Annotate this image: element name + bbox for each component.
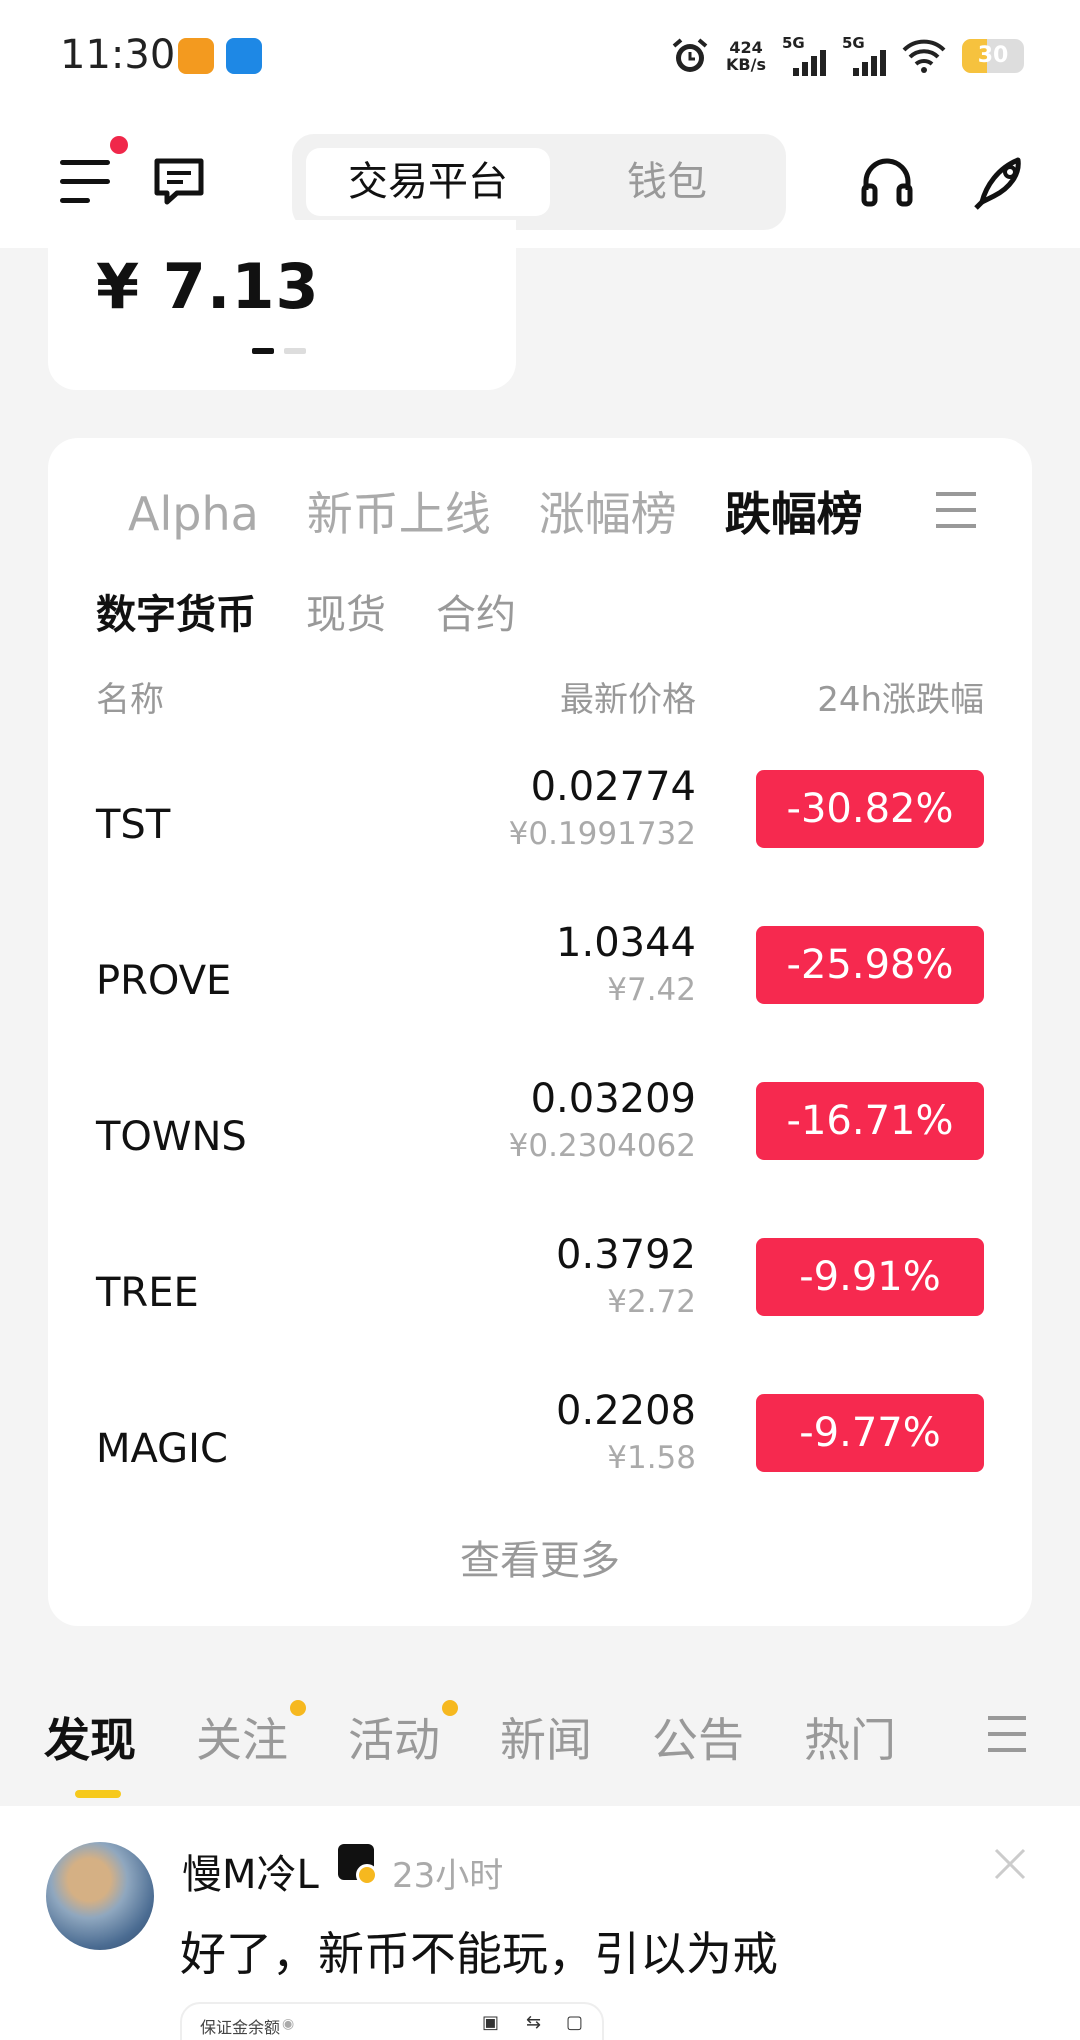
post-embed-preview[interactable]: 保证金余额 ◉ ▣ ⇆ ▢ [180,2002,604,2040]
market-row[interactable]: TST 0.02774 ¥0.1991732 -30.82% [48,764,1032,894]
status-bar: 11:30 424 KB/s 5G 5G 30 [0,0,1080,112]
market-ranking-card: Alpha 新币上线 涨幅榜 跌幅榜 数字货币 现货 合约 名称 最新价格 24… [48,438,1032,1626]
column-header-name: 名称 [96,680,164,720]
feed-tabs: 发现 关注 活动 新闻 公告 热门 [44,1700,1044,1774]
coin-price-cny: ¥7.42 [607,972,696,1008]
verified-badge-icon [356,1864,378,1886]
embed-label: 保证金余额 [200,2018,281,2037]
carousel-indicator [252,348,306,354]
coin-symbol: TOWNS [96,1114,247,1160]
status-time: 11:30 [60,32,176,78]
menu-icon[interactable] [60,160,110,208]
subtab-spot[interactable]: 现货 [306,582,386,640]
feed-tab-discover[interactable]: 发现 [44,1704,136,1770]
post-time: 23小时 [392,1856,504,1896]
feed-tab-hot[interactable]: 热门 [804,1704,896,1770]
tab-gainers[interactable]: 涨幅榜 [539,478,677,544]
change-badge: -9.91% [756,1238,984,1316]
segment-trading[interactable]: 交易平台 [306,148,550,216]
post-username[interactable]: 慢M冷L [182,1842,319,1900]
unread-dot [442,1700,458,1716]
rocket-icon[interactable] [972,152,1032,212]
feed-tab-following-label: 关注 [196,1713,288,1767]
feed-tab-events-label: 活动 [348,1713,440,1767]
signal-icon: 5G [782,34,826,76]
headset-icon[interactable] [860,156,914,210]
coin-price: 0.02774 [530,764,696,810]
battery-icon: 30 [962,39,1024,73]
change-badge: -9.77% [756,1394,984,1472]
coin-price: 0.2208 [556,1388,696,1434]
feed-post[interactable]: 慢M冷L 23小时 好了，新币不能玩，引以为戒 保证金余额 ◉ ▣ ⇆ ▢ [0,1806,1080,2040]
subtab-digital-currency[interactable]: 数字货币 [96,582,256,640]
eye-icon: ◉ [282,2016,295,2032]
app-notification-icon [178,38,214,74]
coin-price-cny: ¥0.2304062 [508,1128,696,1164]
camera-icon: ▣ [482,2012,500,2033]
tab-new-listing[interactable]: 新币上线 [307,478,491,544]
net-speed-unit: KB/s [726,55,766,74]
coin-symbol: PROVE [96,958,232,1004]
active-tab-indicator [75,1790,121,1798]
net-speed: 424 KB/s [726,39,766,73]
coin-price-cny: ¥2.72 [607,1284,696,1320]
signal-icon: 5G [842,34,886,76]
notification-dot [110,136,128,154]
coin-price: 0.3792 [556,1232,696,1278]
wifi-icon [902,39,946,73]
feed-tab-following[interactable]: 关注 [196,1700,306,1770]
feed-tab-announcements[interactable]: 公告 [652,1704,744,1770]
transfer-icon: ⇆ [526,2012,542,2033]
change-badge: -25.98% [756,926,984,1004]
asset-balance: ¥ 7.13 [96,250,320,323]
market-row[interactable]: TOWNS 0.03209 ¥0.2304062 -16.71% [48,1076,1032,1206]
feed-menu-icon[interactable] [988,1716,1026,1764]
ranking-menu-icon[interactable] [936,492,976,540]
tab-alpha[interactable]: Alpha [128,487,259,541]
coin-price: 0.03209 [530,1076,696,1122]
segment-wallet[interactable]: 钱包 [562,148,772,216]
view-more-link[interactable]: 查看更多 [48,1528,1032,1586]
coin-symbol: TREE [96,1270,199,1316]
close-icon[interactable] [992,1846,1028,1882]
market-row[interactable]: MAGIC 0.2208 ¥1.58 -9.77% [48,1388,1032,1518]
unread-dot [290,1700,306,1716]
feed-tab-news[interactable]: 新闻 [500,1704,592,1770]
column-header-change: 24h涨跌幅 [817,680,984,720]
coin-price-cny: ¥1.58 [607,1440,696,1476]
asset-type-tabs: 数字货币 现货 合约 [96,582,566,640]
feed-tab-events[interactable]: 活动 [348,1700,458,1770]
ranking-tabs: Alpha 新币上线 涨幅榜 跌幅榜 [128,478,911,544]
battery-level: 30 [977,43,1009,68]
coin-price-cny: ¥0.1991732 [508,816,696,852]
coin-symbol: TST [96,802,171,848]
message-icon[interactable] [152,156,206,206]
record-icon: ▢ [566,2012,584,2033]
avatar[interactable] [46,1842,154,1950]
market-row[interactable]: PROVE 1.0344 ¥7.42 -25.98% [48,920,1032,1050]
column-header-price: 最新价格 [560,680,696,720]
asset-card[interactable]: ¥ 7.13 [48,220,516,390]
platform-switch: 交易平台 钱包 [292,134,786,230]
coin-symbol: MAGIC [96,1426,228,1472]
change-badge: -30.82% [756,770,984,848]
alarm-icon [672,38,708,72]
change-badge: -16.71% [756,1082,984,1160]
subtab-futures[interactable]: 合约 [436,582,516,640]
market-row[interactable]: TREE 0.3792 ¥2.72 -9.91% [48,1232,1032,1362]
post-text: 好了，新币不能玩，引以为戒 [180,1927,778,1981]
app-notification-icon [226,38,262,74]
coin-price: 1.0344 [556,920,696,966]
tab-losers[interactable]: 跌幅榜 [725,478,863,544]
net-speed-value: 424 [729,38,763,57]
